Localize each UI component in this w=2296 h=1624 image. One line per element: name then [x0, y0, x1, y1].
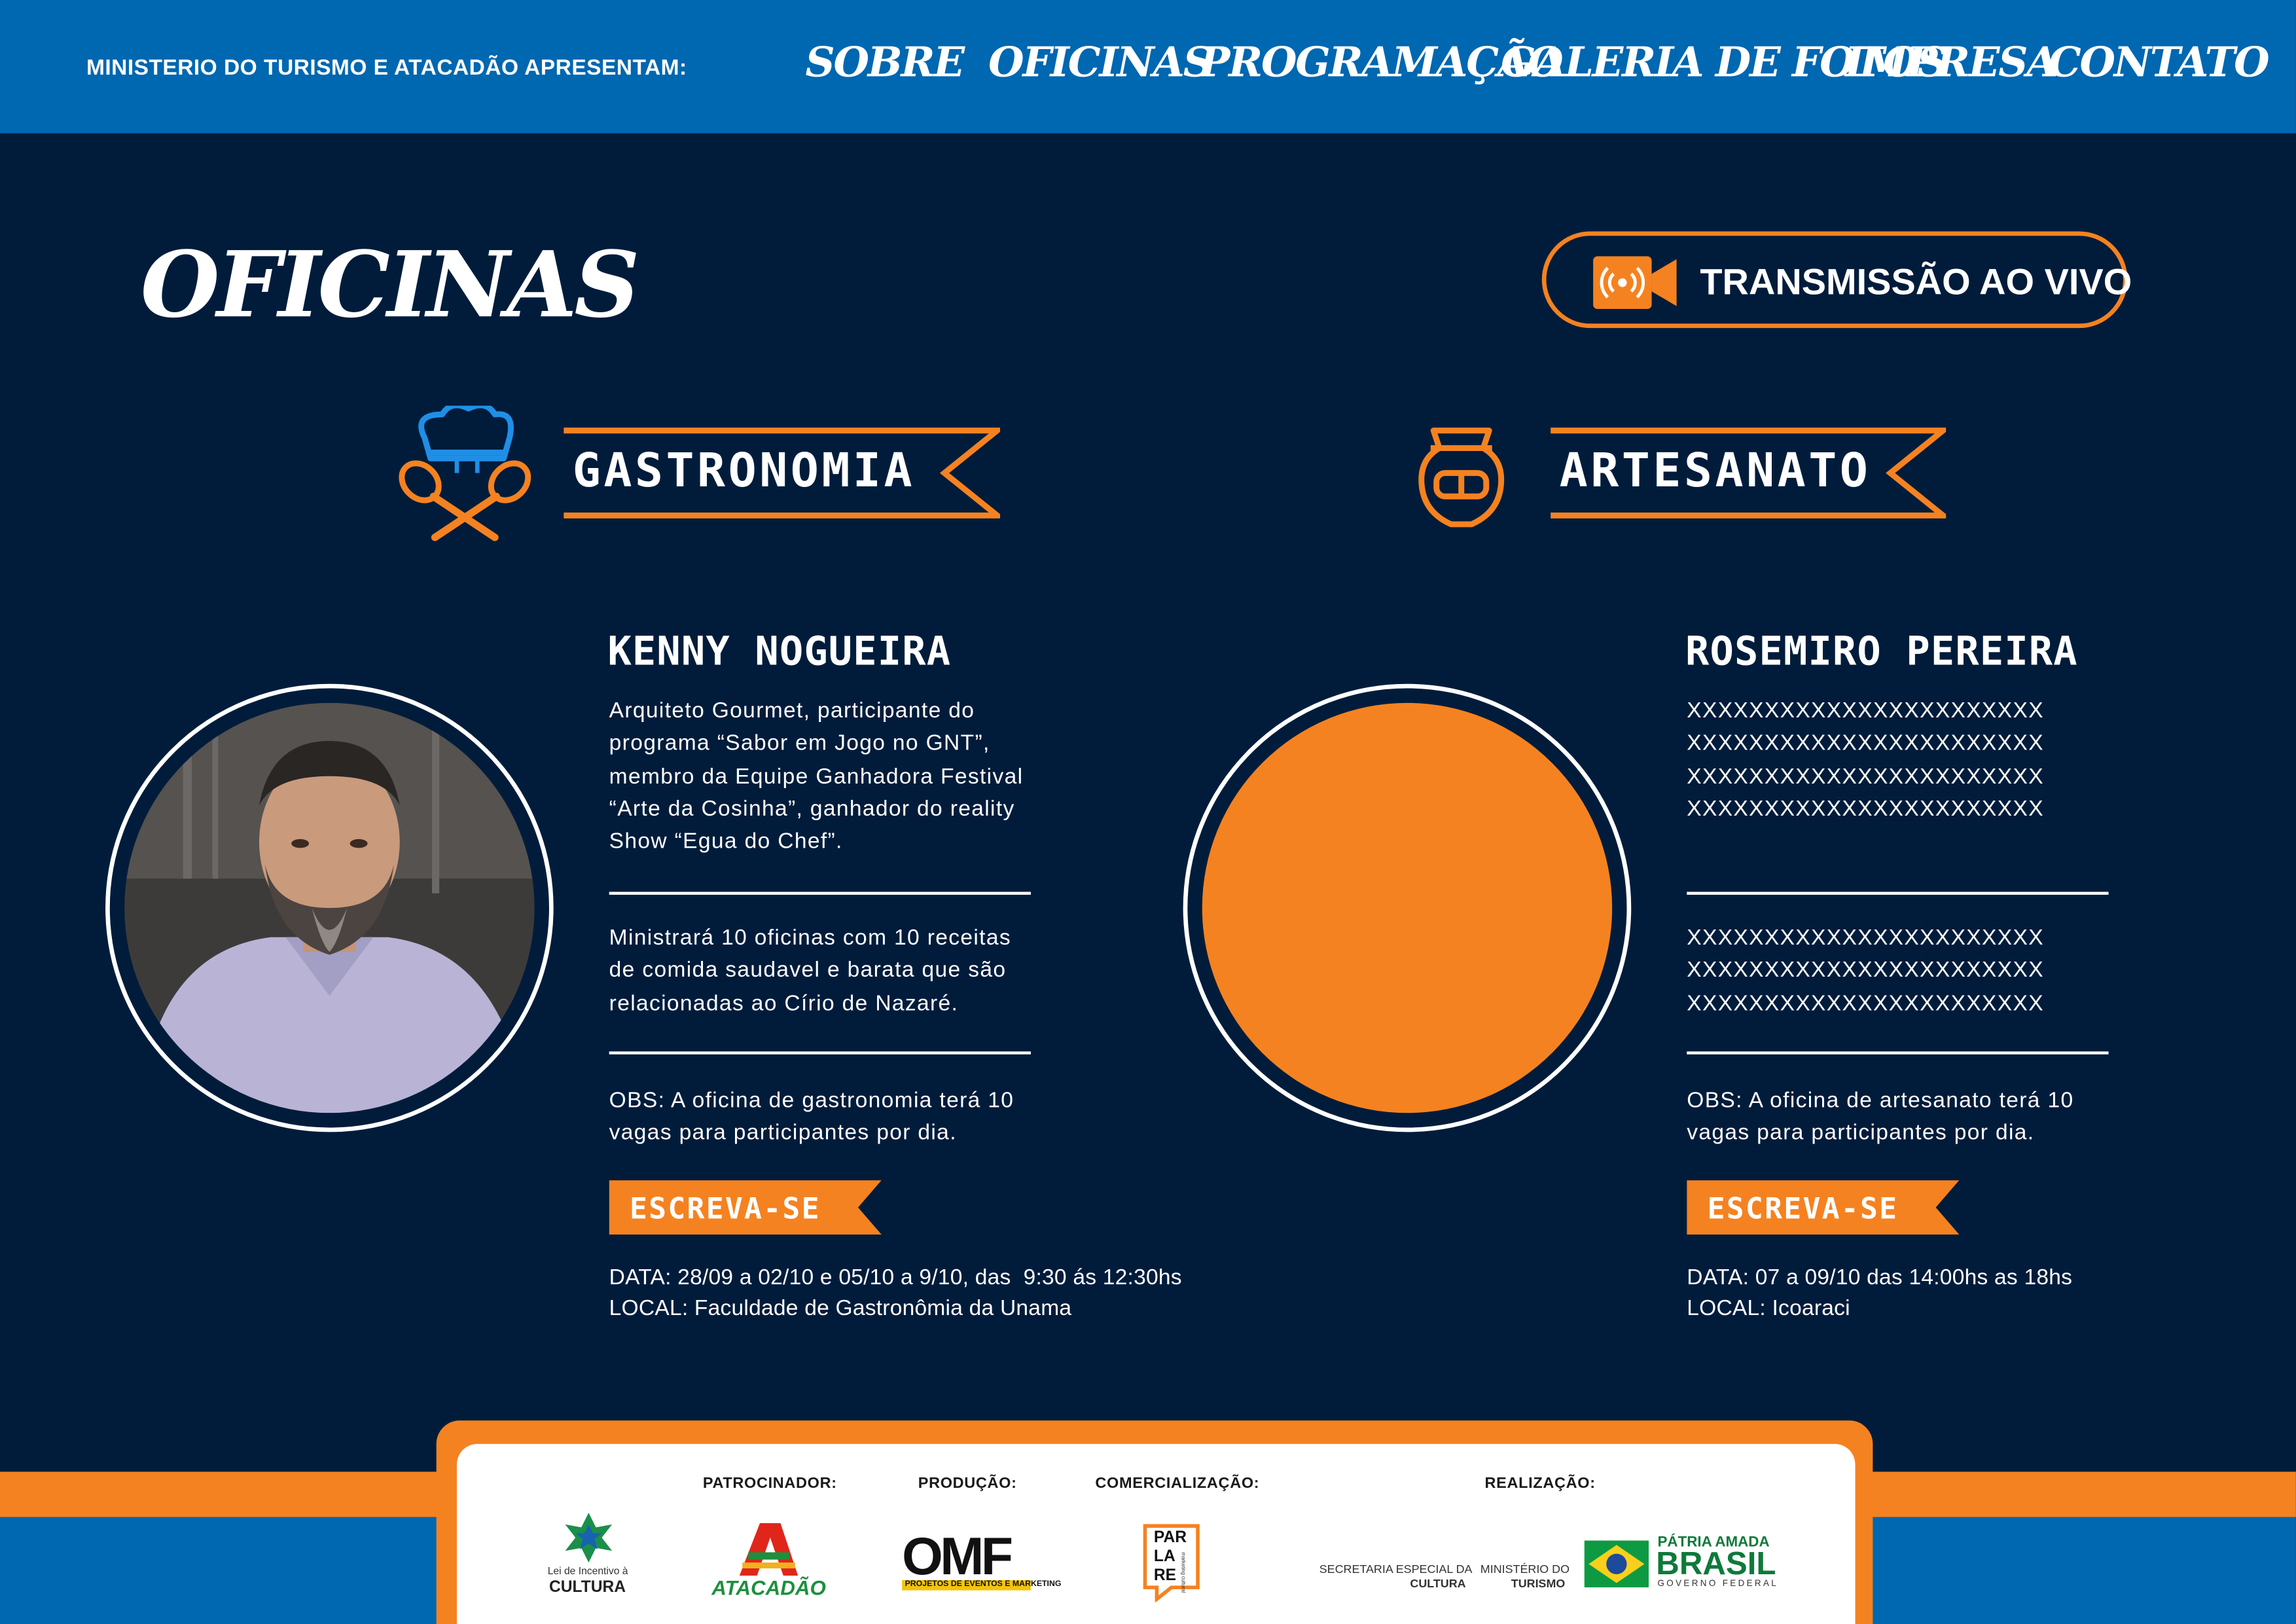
workshop-location: LOCAL: Faculdade de Gastronômia da Unama: [609, 1295, 1072, 1321]
live-stream-button[interactable]: TRANSMISSÃO AO VIVO: [1541, 231, 2132, 329]
production-label: PRODUÇÃO:: [918, 1474, 1017, 1492]
divider: [1687, 892, 2109, 894]
omf-tagline: PROJETOS DE EVENTOS E MARKETING: [905, 1579, 1062, 1589]
parlare-line2: LA: [1153, 1547, 1175, 1566]
divider: [609, 1051, 1031, 1054]
workshop-obs: OBS: A oficina de gastronomia terá 10 va…: [609, 1088, 1014, 1146]
parlare-tagline: marketing cultural: [1180, 1552, 1187, 1593]
governo-federal-logo: PÁTRIA AMADA BRASIL GOVERNO FEDERAL: [1584, 1535, 1776, 1593]
gov-line2: BRASIL: [1656, 1545, 1776, 1582]
gov-line3: GOVERNO FEDERAL: [1657, 1579, 1779, 1589]
lei-incentivo-cultura-logo: Lei de Incentivo à CULTURA: [535, 1513, 643, 1600]
realization-label: REALIZAÇÃO:: [1484, 1474, 1596, 1492]
instructor-photo: [124, 702, 535, 1113]
lei-logo-line2: CULTURA: [548, 1578, 626, 1597]
cultura-star-icon: [565, 1513, 613, 1563]
instructor-photo-placeholder: [1202, 702, 1613, 1113]
omf-wordmark: OMF: [902, 1526, 1013, 1586]
lei-logo-line1: Lei de Incentivo à: [547, 1566, 628, 1578]
atacadao-a-icon: [739, 1523, 798, 1576]
instructor-name: ROSEMIRO PEREIRA: [1685, 629, 2078, 676]
signup-button[interactable]: ESCREVA-SE: [1687, 1180, 1960, 1235]
sponsor-label: PATROCINADOR:: [702, 1474, 837, 1492]
instructor-name: KENNY NOGUEIRA: [607, 629, 952, 676]
page-title: OFICINAS: [140, 231, 640, 338]
nav-sobre[interactable]: SOBRE: [805, 38, 965, 86]
parlare-line3: RE: [1153, 1566, 1177, 1585]
live-stream-label: TRANSMISSÃO AO VIVO: [1700, 262, 2132, 304]
nav-impresa[interactable]: IMPRESA: [1845, 38, 2058, 86]
workshop-date: DATA: 28/09 a 02/10 e 05/10 a 9/10, das …: [609, 1265, 1182, 1290]
parlare-line1: PAR: [1153, 1528, 1187, 1547]
divider: [1687, 1051, 2109, 1054]
live-camera-icon: [1593, 256, 1677, 310]
ministerio-line1: MINISTÉRIO DO: [1480, 1562, 1570, 1576]
ministerio-line2: TURISMO: [1511, 1577, 1566, 1591]
gastronomia-title: GASTRONOMIA: [572, 442, 916, 498]
workshop-description: Ministrará 10 oficinas com 10 receitas d…: [609, 925, 1011, 1016]
nav-contato[interactable]: CONTATO: [2049, 38, 2270, 86]
nav-oficinas[interactable]: OFICINAS: [988, 38, 1213, 86]
atacadao-wordmark: ATACADÃO: [711, 1576, 826, 1600]
instructor-bio: XXXXXXXXXXXXXXXXXXXXXXX XXXXXXXXXXXXXXXX…: [1687, 698, 2044, 821]
gastronomia-ribbon: GASTRONOMIA: [561, 425, 1001, 522]
parlare-logo: PAR LA RE marketing cultural: [1142, 1523, 1208, 1604]
artesanato-ribbon: ARTESANATO: [1548, 425, 1987, 522]
artesanato-title: ARTESANATO: [1559, 442, 1871, 498]
chef-hat-spoons-icon: [399, 405, 531, 541]
commercialization-label: COMERCIALIZAÇÃO:: [1095, 1474, 1260, 1492]
atacadao-logo: ATACADÃO: [708, 1523, 839, 1604]
secretaria-line1: SECRETARIA ESPECIAL DA: [1319, 1562, 1473, 1576]
secretaria-line2: CULTURA: [1410, 1577, 1466, 1591]
clay-vase-icon: [1418, 427, 1505, 528]
workshop-obs: OBS: A oficina de artesanato terá 10 vag…: [1687, 1088, 2074, 1146]
workshop-location: LOCAL: Icoaraci: [1687, 1295, 1850, 1321]
workshop-date: DATA: 07 a 09/10 das 14:00hs as 18hs: [1687, 1265, 2073, 1290]
signup-button[interactable]: ESCREVA-SE: [609, 1180, 882, 1235]
signup-button-label: ESCREVA-SE: [1707, 1190, 1899, 1226]
divider: [609, 892, 1031, 894]
brazil-flag-icon: [1584, 1540, 1649, 1588]
presenters-text: MINISTERIO DO TURISMO E ATACADÃO APRESEN…: [86, 56, 687, 81]
omf-logo: OMF PROJETOS DE EVENTOS E MARKETING: [902, 1526, 1061, 1597]
instructor-bio: Arquiteto Gourmet, participante do progr…: [609, 698, 1024, 854]
signup-button-label: ESCREVA-SE: [629, 1190, 821, 1226]
workshop-description: XXXXXXXXXXXXXXXXXXXXXXX XXXXXXXXXXXXXXXX…: [1687, 925, 2044, 1016]
